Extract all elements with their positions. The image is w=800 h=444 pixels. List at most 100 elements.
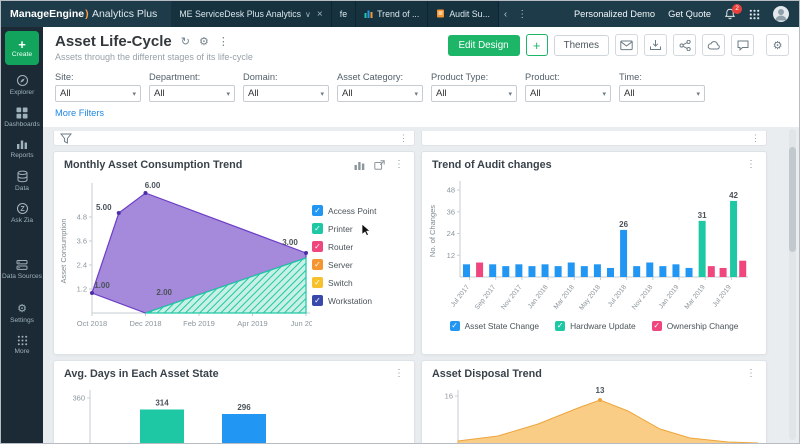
title-more-icon[interactable]: ⋮ xyxy=(218,36,229,48)
apps-grid-button[interactable] xyxy=(749,9,760,20)
personalized-demo-link[interactable]: Personalized Demo xyxy=(574,9,655,19)
avatar[interactable] xyxy=(773,6,789,22)
product-filter-select[interactable]: All▾ xyxy=(525,85,611,102)
scrollbar-thumb[interactable] xyxy=(789,147,796,252)
dashboard-canvas: ⋮ ⋮ Monthly Asset Consumption Trend ⋮ xyxy=(43,127,799,443)
publish-button[interactable] xyxy=(702,34,725,56)
create-button[interactable]: + Create xyxy=(5,31,39,65)
tab-strip-more-icon[interactable]: ⋮ xyxy=(512,1,532,27)
tab-partial[interactable]: fe xyxy=(332,1,356,27)
svg-text:2.00: 2.00 xyxy=(156,288,172,297)
svg-text:Mar 2018: Mar 2018 xyxy=(553,284,576,311)
legend-router[interactable]: ✓Router xyxy=(312,241,410,252)
svg-text:24: 24 xyxy=(447,229,455,238)
domain-filter-select[interactable]: All▾ xyxy=(243,85,329,102)
sidebar-item-data[interactable]: Data xyxy=(1,165,43,198)
data-sources-icon xyxy=(16,259,28,271)
sidebar-item-data-sources[interactable]: Data Sources xyxy=(1,254,43,286)
sidebar-item-settings[interactable]: ⚙ Settings xyxy=(1,299,43,330)
legend-hardware-update[interactable]: ✓Hardware Update xyxy=(555,321,636,331)
report-tab-icon xyxy=(436,9,445,20)
department-filter-select[interactable]: All▾ xyxy=(149,85,235,102)
svg-text:314: 314 xyxy=(155,399,169,408)
app-logo[interactable]: ManageEngine) Analytics Plus xyxy=(10,8,157,20)
card-menu-icon[interactable]: ⋮ xyxy=(746,160,756,170)
checkbox-icon[interactable]: ✓ xyxy=(312,295,323,306)
refresh-icon[interactable]: ↻ xyxy=(181,36,190,48)
tab-close-icon[interactable]: × xyxy=(317,9,323,20)
legend-switch[interactable]: ✓Switch xyxy=(312,277,410,288)
apps-grid-icon xyxy=(749,9,760,20)
tab-overflow-chevron-icon[interactable]: ‹ xyxy=(499,1,512,27)
legend-access-point[interactable]: ✓Access Point xyxy=(312,205,410,216)
filter-funnel-button[interactable] xyxy=(60,133,72,144)
sidebar-item-dashboards[interactable]: Dashboards xyxy=(1,102,43,134)
checkbox-icon[interactable]: ✓ xyxy=(555,321,565,331)
user-icon xyxy=(773,6,789,22)
sidebar-item-more[interactable]: More xyxy=(1,330,43,361)
header-controls: Edit Design + Themes ⚙ xyxy=(448,34,790,56)
checkbox-icon[interactable]: ✓ xyxy=(312,259,323,270)
dashboard-row-1: Monthly Asset Consumption Trend ⋮ 1.22.4… xyxy=(53,151,799,355)
settings-button[interactable]: ⚙ xyxy=(766,34,789,56)
share-icon xyxy=(679,40,691,51)
checkbox-icon[interactable]: ✓ xyxy=(312,277,323,288)
partial-card-right: ⋮ xyxy=(421,131,767,146)
chart-type-icon[interactable] xyxy=(354,160,365,170)
svg-text:Jul 2019: Jul 2019 xyxy=(712,284,733,309)
export-button[interactable] xyxy=(644,34,667,56)
themes-button[interactable]: Themes xyxy=(554,35,609,56)
audit-chart: 12243648No. of ChangesJul 2017Sep 2017No… xyxy=(426,173,758,315)
legend-workstation[interactable]: ✓Workstation xyxy=(312,295,410,306)
dashboard-scrollbar[interactable] xyxy=(789,129,796,440)
asset-category-filter-select[interactable]: All▾ xyxy=(337,85,423,102)
cloud-upload-icon xyxy=(707,40,720,51)
comment-button[interactable] xyxy=(731,34,754,56)
dashboard-settings-icon[interactable]: ⚙ xyxy=(199,36,209,48)
checkbox-icon[interactable]: ✓ xyxy=(450,321,460,331)
svg-text:Asset Consumption: Asset Consumption xyxy=(59,218,68,283)
legend-ownership-change[interactable]: ✓Ownership Change xyxy=(652,321,739,331)
funnel-icon xyxy=(60,133,72,144)
legend-asset-state-change[interactable]: ✓Asset State Change xyxy=(450,321,540,331)
add-report-button[interactable]: + xyxy=(526,34,548,56)
get-quote-link[interactable]: Get Quote xyxy=(668,9,711,19)
checkbox-icon[interactable]: ✓ xyxy=(312,205,323,216)
sidebar-item-reports[interactable]: Reports xyxy=(1,133,43,165)
notifications-button[interactable]: 2 xyxy=(724,8,736,20)
card-menu-icon[interactable]: ⋮ xyxy=(746,369,756,379)
tab-audit-summary[interactable]: Audit Su... xyxy=(428,1,499,27)
partial-card-menu-icon[interactable]: ⋮ xyxy=(751,133,760,144)
main-content: Asset Life-Cycle ↻ ⚙ ⋮ Assets through th… xyxy=(43,27,799,443)
checkbox-icon[interactable]: ✓ xyxy=(312,223,323,234)
tab-trend-of[interactable]: Trend of ... xyxy=(356,1,428,27)
edit-design-button[interactable]: Edit Design xyxy=(448,35,520,56)
notification-badge: 2 xyxy=(732,4,742,14)
caret-down-icon: ▾ xyxy=(696,90,700,98)
legend-printer[interactable]: ✓Printer xyxy=(312,223,410,234)
share-button[interactable] xyxy=(673,34,696,56)
maximize-icon[interactable] xyxy=(374,160,385,170)
sidebar-item-ask-zia[interactable]: Z Ask Zia xyxy=(1,197,43,230)
site-filter-select[interactable]: All▾ xyxy=(55,85,141,102)
partial-card-menu-icon[interactable]: ⋮ xyxy=(399,133,408,144)
caret-down-icon: ▾ xyxy=(320,90,324,98)
svg-text:Jun 2019: Jun 2019 xyxy=(291,319,312,328)
product-type-filter-select[interactable]: All▾ xyxy=(431,85,517,102)
tab-caret-icon[interactable]: ∨ xyxy=(305,10,311,19)
svg-text:Dec 2018: Dec 2018 xyxy=(129,319,161,328)
tab-me-servicedesk-analytics[interactable]: ME ServiceDesk Plus Analytics ∨ × xyxy=(171,1,331,27)
brand-manageengine: ManageEngine xyxy=(10,8,84,20)
card-menu-icon[interactable]: ⋮ xyxy=(394,369,404,379)
sidebar-item-explorer[interactable]: Explorer xyxy=(1,69,43,102)
time-filter-select[interactable]: All▾ xyxy=(619,85,705,102)
legend-server[interactable]: ✓Server xyxy=(312,259,410,270)
email-button[interactable] xyxy=(615,34,638,56)
checkbox-icon[interactable]: ✓ xyxy=(652,321,662,331)
more-filters-link[interactable]: More Filters xyxy=(55,108,104,118)
consumption-legend: ✓Access Point ✓Printer ✓Router ✓Server ✓… xyxy=(312,173,410,343)
checkbox-icon[interactable]: ✓ xyxy=(312,241,323,252)
envelope-icon xyxy=(620,40,633,51)
card-menu-icon[interactable]: ⋮ xyxy=(394,160,404,170)
tab-label: Trend of ... xyxy=(377,9,419,19)
